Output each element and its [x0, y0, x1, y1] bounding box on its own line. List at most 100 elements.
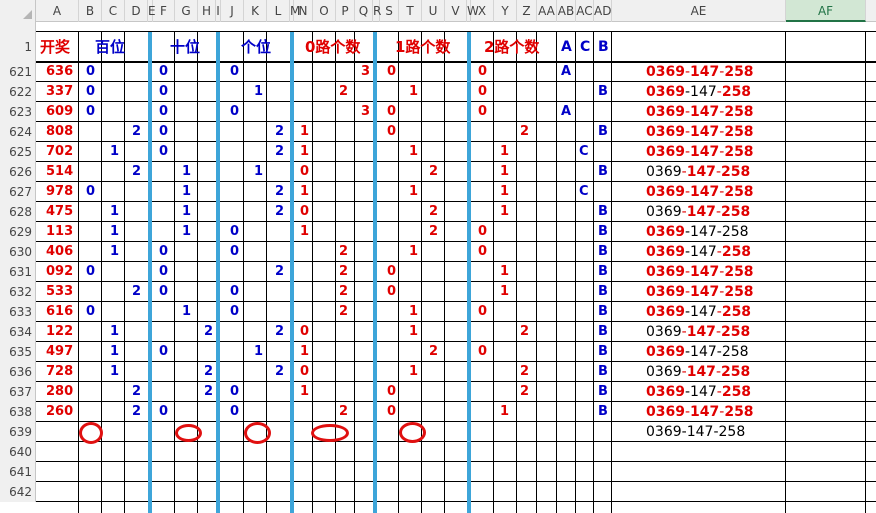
- draw-value[interactable]: 616: [46, 302, 73, 322]
- ae-route-text[interactable]: 0369-147-258: [646, 422, 745, 442]
- route0-cell[interactable]: 2: [339, 302, 348, 322]
- baiwei-cell[interactable]: 0: [86, 62, 95, 82]
- column-header-af[interactable]: AF: [786, 0, 866, 22]
- draw-value[interactable]: 092: [46, 262, 73, 282]
- abc-cell[interactable]: B: [598, 322, 608, 342]
- column-header-r[interactable]: R: [373, 0, 381, 22]
- abc-cell[interactable]: B: [598, 402, 608, 422]
- gewei-cell[interactable]: 2: [275, 122, 284, 142]
- route2-cell[interactable]: 1: [500, 282, 509, 302]
- abc-cell[interactable]: B: [598, 302, 608, 322]
- ae-route-text[interactable]: 0369-147-258: [646, 302, 751, 322]
- column-header-z[interactable]: Z: [517, 0, 537, 22]
- route0-cell[interactable]: 2: [339, 82, 348, 102]
- route1-cell[interactable]: 1: [409, 302, 418, 322]
- route1-cell[interactable]: 0: [387, 382, 396, 402]
- route1-cell[interactable]: 1: [409, 182, 418, 202]
- draw-value[interactable]: 337: [46, 82, 73, 102]
- ae-route-text[interactable]: 0369-147-258: [646, 182, 754, 202]
- gewei-cell[interactable]: 2: [275, 362, 284, 382]
- route0-cell[interactable]: 1: [300, 342, 309, 362]
- draw-value[interactable]: 702: [46, 142, 73, 162]
- route1-cell[interactable]: 0: [387, 102, 396, 122]
- shiwei-cell[interactable]: 2: [204, 362, 213, 382]
- draw-value[interactable]: 728: [46, 362, 73, 382]
- abc-cell[interactable]: B: [598, 222, 608, 242]
- ae-route-text[interactable]: 0369-147-258: [646, 62, 754, 82]
- column-header-p[interactable]: P: [336, 0, 355, 22]
- row-header[interactable]: 639: [0, 422, 36, 442]
- baiwei-cell[interactable]: 1: [110, 142, 119, 162]
- route0-cell[interactable]: 1: [300, 222, 309, 242]
- shiwei-cell[interactable]: 1: [182, 162, 191, 182]
- shiwei-cell[interactable]: 0: [159, 122, 168, 142]
- column-header-ab[interactable]: AB: [557, 0, 576, 22]
- route0-cell[interactable]: 0: [300, 202, 309, 222]
- row-header[interactable]: 632: [0, 282, 36, 302]
- gewei-cell[interactable]: 0: [230, 222, 239, 242]
- baiwei-cell[interactable]: 1: [110, 242, 119, 262]
- route1-cell[interactable]: 0: [387, 262, 396, 282]
- route1-cell[interactable]: 0: [387, 402, 396, 422]
- ae-route-text[interactable]: 0369-147-258: [646, 342, 749, 362]
- route1-cell[interactable]: 1: [409, 362, 418, 382]
- baiwei-cell[interactable]: 1: [110, 342, 119, 362]
- abc-cell[interactable]: B: [598, 162, 608, 182]
- row-header[interactable]: 640: [0, 442, 36, 462]
- column-header-aa[interactable]: AA: [537, 0, 557, 22]
- ae-route-text[interactable]: 0369-147-258: [646, 322, 750, 342]
- draw-value[interactable]: 497: [46, 342, 73, 362]
- row-header[interactable]: 624: [0, 122, 36, 142]
- route0-cell[interactable]: 2: [339, 402, 348, 422]
- shiwei-cell[interactable]: 0: [159, 102, 168, 122]
- baiwei-cell[interactable]: 1: [110, 322, 119, 342]
- baiwei-cell[interactable]: 2: [132, 122, 141, 142]
- gewei-cell[interactable]: 0: [230, 62, 239, 82]
- route1-cell[interactable]: 0: [387, 62, 396, 82]
- abc-cell[interactable]: C: [579, 142, 589, 162]
- row-header[interactable]: 633: [0, 302, 36, 322]
- select-all-corner[interactable]: [0, 0, 36, 22]
- ae-route-text[interactable]: 0369-147-258: [646, 382, 751, 402]
- route0-cell[interactable]: 1: [300, 122, 309, 142]
- abc-cell[interactable]: B: [598, 82, 608, 102]
- shiwei-cell[interactable]: 0: [159, 262, 168, 282]
- draw-value[interactable]: 113: [46, 222, 73, 242]
- row-header[interactable]: 636: [0, 362, 36, 382]
- route0-cell[interactable]: 3: [361, 102, 370, 122]
- route1-cell[interactable]: 2: [429, 342, 438, 362]
- ae-route-text[interactable]: 0369-147-258: [646, 362, 750, 382]
- row-header[interactable]: 627: [0, 182, 36, 202]
- route2-cell[interactable]: 0: [478, 242, 487, 262]
- route0-cell[interactable]: 1: [300, 142, 309, 162]
- route2-cell[interactable]: 2: [520, 322, 529, 342]
- abc-cell[interactable]: B: [598, 362, 608, 382]
- row-header[interactable]: 628: [0, 202, 36, 222]
- row-header[interactable]: 638: [0, 402, 36, 422]
- draw-value[interactable]: 260: [46, 402, 73, 422]
- baiwei-cell[interactable]: 2: [132, 282, 141, 302]
- abc-cell[interactable]: B: [598, 202, 608, 222]
- gewei-cell[interactable]: 0: [230, 102, 239, 122]
- draw-value[interactable]: 978: [46, 182, 73, 202]
- route2-cell[interactable]: 1: [500, 182, 509, 202]
- column-header-x[interactable]: X: [471, 0, 494, 22]
- ae-route-text[interactable]: 0369-147-258: [646, 82, 751, 102]
- route2-cell[interactable]: 0: [478, 222, 487, 242]
- ae-route-text[interactable]: 0369-147-258: [646, 162, 750, 182]
- row-header[interactable]: 641: [0, 462, 36, 482]
- gewei-cell[interactable]: 0: [230, 282, 239, 302]
- abc-cell[interactable]: B: [598, 122, 608, 142]
- row-header[interactable]: 625: [0, 142, 36, 162]
- baiwei-cell[interactable]: 0: [86, 82, 95, 102]
- route2-cell[interactable]: 0: [478, 102, 487, 122]
- row-header[interactable]: 623: [0, 102, 36, 122]
- gewei-cell[interactable]: 2: [275, 142, 284, 162]
- route0-cell[interactable]: 3: [361, 62, 370, 82]
- column-header-l[interactable]: L: [267, 0, 290, 22]
- baiwei-cell[interactable]: 1: [110, 222, 119, 242]
- column-header-d[interactable]: D: [125, 0, 148, 22]
- gewei-cell[interactable]: 0: [230, 242, 239, 262]
- draw-value[interactable]: 636: [46, 62, 73, 82]
- column-header-ad[interactable]: AD: [594, 0, 612, 22]
